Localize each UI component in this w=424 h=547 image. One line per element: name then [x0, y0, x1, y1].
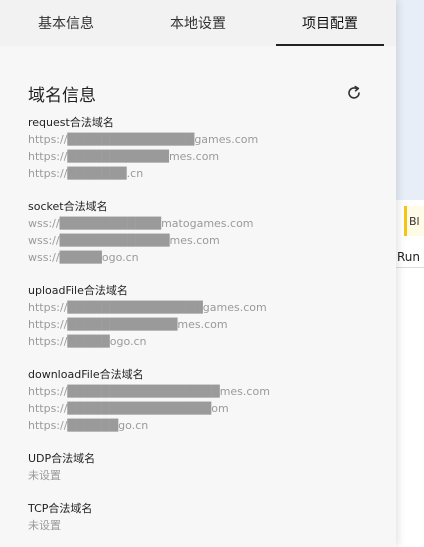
domain-url: wss://█████ogo.cn [28, 251, 139, 264]
section-title: 域名信息 [28, 85, 96, 106]
run-tab[interactable]: Run [396, 246, 424, 268]
group-title: socket合法域名 [28, 200, 108, 213]
domain-url: https://█████████████mes.com [28, 318, 228, 331]
domain-url: https://███████████████games.com [28, 133, 259, 146]
domain-url: https://██████go.cn [28, 419, 149, 432]
group-title: uploadFile合法域名 [28, 284, 128, 297]
editor-background [396, 0, 424, 200]
settings-panel: 基本信息 本地设置 项目配置 域名信息 request合法域名 https://… [0, 0, 396, 547]
group-title: request合法域名 [28, 116, 114, 129]
group-title: UDP合法域名 [28, 452, 96, 465]
domain-url: wss://█████████████mes.com [28, 234, 220, 247]
domain-url: wss://████████████matogames.com [28, 217, 254, 230]
udp-domain-group: UDP合法域名 未设置 [28, 451, 368, 484]
domain-value: 未设置 [28, 469, 61, 482]
tab-local-settings[interactable]: 本地设置 [132, 0, 264, 46]
domain-url: https://███████.cn [28, 167, 144, 180]
socket-domain-group: socket合法域名 wss://████████████matogames.c… [28, 199, 368, 266]
tab-basic-info[interactable]: 基本信息 [0, 0, 132, 46]
domain-info-section: 域名信息 request合法域名 https://███████████████… [0, 81, 396, 534]
refresh-icon[interactable] [346, 85, 362, 101]
domain-url: https://████████████mes.com [28, 150, 220, 163]
tcp-domain-group: TCP合法域名 未设置 [28, 501, 368, 534]
group-title: TCP合法域名 [28, 502, 93, 515]
request-domain-group: request合法域名 https://███████████████games… [28, 115, 368, 182]
uploadfile-domain-group: uploadFile合法域名 https://████████████████g… [28, 283, 368, 350]
domain-url: https://█████████████████om [28, 402, 229, 415]
editor-toolbar-chip[interactable]: Bl [404, 206, 424, 236]
group-title: downloadFile合法域名 [28, 368, 144, 381]
downloadfile-domain-group: downloadFile合法域名 https://███████████████… [28, 367, 368, 434]
domain-url: https://████████████████games.com [28, 301, 267, 314]
domain-value: 未设置 [28, 519, 61, 532]
tab-project-config[interactable]: 项目配置 [264, 0, 396, 46]
background-editor: Bl Run [396, 0, 424, 547]
domain-url: https://██████████████████mes.com [28, 385, 270, 398]
domain-url: https://█████ogo.cn [28, 335, 147, 348]
tab-bar: 基本信息 本地设置 项目配置 [0, 0, 396, 46]
